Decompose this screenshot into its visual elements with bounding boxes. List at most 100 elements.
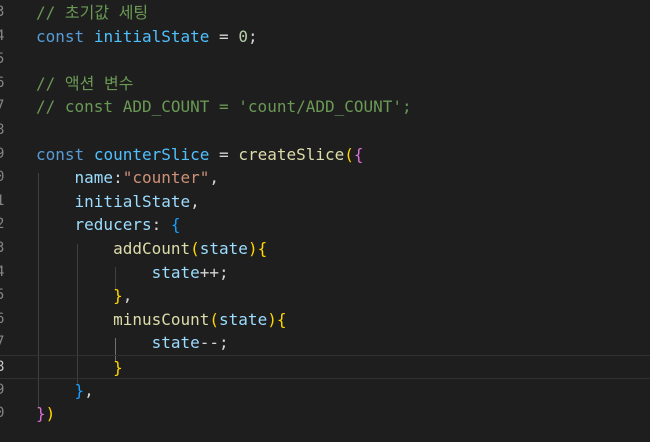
code-line[interactable]: 4 state++; [0, 261, 650, 285]
code-line[interactable]: 4 const initialState = 0; [0, 25, 650, 49]
code-token: { [170, 215, 181, 235]
line-number: 4 [0, 27, 5, 44]
code-line[interactable]: 2 reducers: { [0, 213, 650, 237]
code-token: const [36, 26, 85, 46]
code-text: const counterSlice = createSlice({ [36, 143, 364, 167]
line-number: 7 [0, 334, 5, 351]
code-token: = [209, 26, 239, 46]
code-line[interactable]: 5 }, [0, 284, 650, 308]
code-token: counterSlice [93, 144, 210, 164]
code-token: // 초기값 세팅 [36, 3, 149, 22]
code-line[interactable]: 1 initialState, [0, 190, 650, 214]
code-token: : [113, 168, 123, 188]
code-line[interactable]: 3 addCount(state){ [0, 237, 650, 261]
code-line[interactable]: 0 name:"counter", [0, 166, 650, 190]
code-line[interactable]: 9 const counterSlice = createSlice({ [0, 143, 650, 167]
code-token: ( [344, 144, 354, 164]
code-line[interactable]: 5 [0, 48, 650, 72]
code-token: ( [209, 309, 220, 329]
line-number: 8 [0, 359, 5, 375]
code-token: state [151, 262, 200, 282]
line-number: 9 [0, 145, 5, 162]
code-line[interactable]: 7 // const ADD_COUNT = 'count/ADD_COUNT'; [0, 95, 650, 119]
code-token: // const ADD_COUNT = 'count/ADD_COUNT'; [36, 97, 412, 117]
code-token: state [151, 333, 200, 353]
line-number: 3 [0, 4, 5, 20]
code-token: initialState [74, 191, 191, 211]
code-token: name [74, 168, 114, 188]
code-token: { [276, 309, 287, 329]
line-number: 9 [0, 381, 5, 398]
code-token: addCount [113, 239, 191, 258]
line-number: 4 [0, 263, 5, 280]
code-token: ; [247, 26, 258, 46]
line-number: 6 [0, 74, 5, 91]
code-token: ) [247, 239, 258, 258]
code-token: createSlice [238, 144, 345, 164]
code-text: // 초기값 세팅 [36, 1, 148, 25]
code-token: } [74, 380, 85, 400]
code-text: // 액션 변수 [36, 72, 133, 96]
code-token: ) [267, 309, 277, 329]
code-text: }, [36, 284, 132, 308]
code-line[interactable]: 6 // 액션 변수 [0, 72, 650, 96]
code-token: } [113, 286, 123, 306]
code-token: // 액션 변수 [36, 73, 134, 93]
code-text: reducers: { [36, 213, 181, 237]
code-token: minusCount [113, 309, 210, 329]
code-token: const [36, 144, 85, 164]
code-text: initialState, [36, 190, 200, 214]
code-text: }) [36, 402, 55, 426]
code-line[interactable]: 0}) [0, 402, 650, 426]
code-token: = [209, 144, 239, 164]
code-token: } [36, 404, 46, 424]
code-line[interactable]: 6 minusCount(state){ [0, 308, 650, 332]
line-number: 8 [0, 122, 5, 138]
code-line[interactable]: 3 // 초기값 세팅 [0, 1, 650, 25]
code-token: { [353, 144, 364, 164]
code-text: addCount(state){ [36, 237, 267, 261]
line-number: 3 [0, 240, 5, 256]
code-token: "counter" [122, 168, 210, 188]
code-text: } [36, 356, 123, 380]
code-token: , [84, 380, 94, 400]
code-token: state [199, 239, 248, 258]
line-number: 2 [0, 216, 5, 233]
code-token: : [151, 215, 171, 235]
code-token: ) [45, 404, 56, 424]
code-line[interactable]: 8 [0, 119, 650, 143]
code-token: --; [199, 333, 229, 353]
code-line[interactable]: 8 } [0, 355, 650, 379]
code-token: ++; [199, 262, 229, 282]
code-token: , [190, 191, 200, 211]
line-number: 6 [0, 310, 5, 327]
line-number: 5 [0, 51, 5, 68]
code-text: const initialState = 0; [36, 25, 258, 49]
code-token: , [209, 168, 220, 188]
code-token: reducers [74, 215, 152, 235]
code-text: state++; [36, 261, 229, 285]
code-line[interactable]: 7 state--; [0, 331, 650, 355]
line-number: 0 [0, 169, 5, 186]
code-text: state--; [36, 331, 229, 355]
code-text: name:"counter", [36, 166, 220, 190]
line-number: 7 [0, 98, 5, 115]
code-text: }, [36, 379, 94, 403]
code-token: initialState [93, 26, 210, 46]
code-token: ( [190, 239, 200, 258]
code-line[interactable]: 9 }, [0, 379, 650, 403]
code-text: // const ADD_COUNT = 'count/ADD_COUNT'; [36, 95, 412, 119]
code-editor[interactable]: 3 // 초기값 세팅 4 const initialState = 0; 5 6 // 액… [0, 0, 650, 442]
